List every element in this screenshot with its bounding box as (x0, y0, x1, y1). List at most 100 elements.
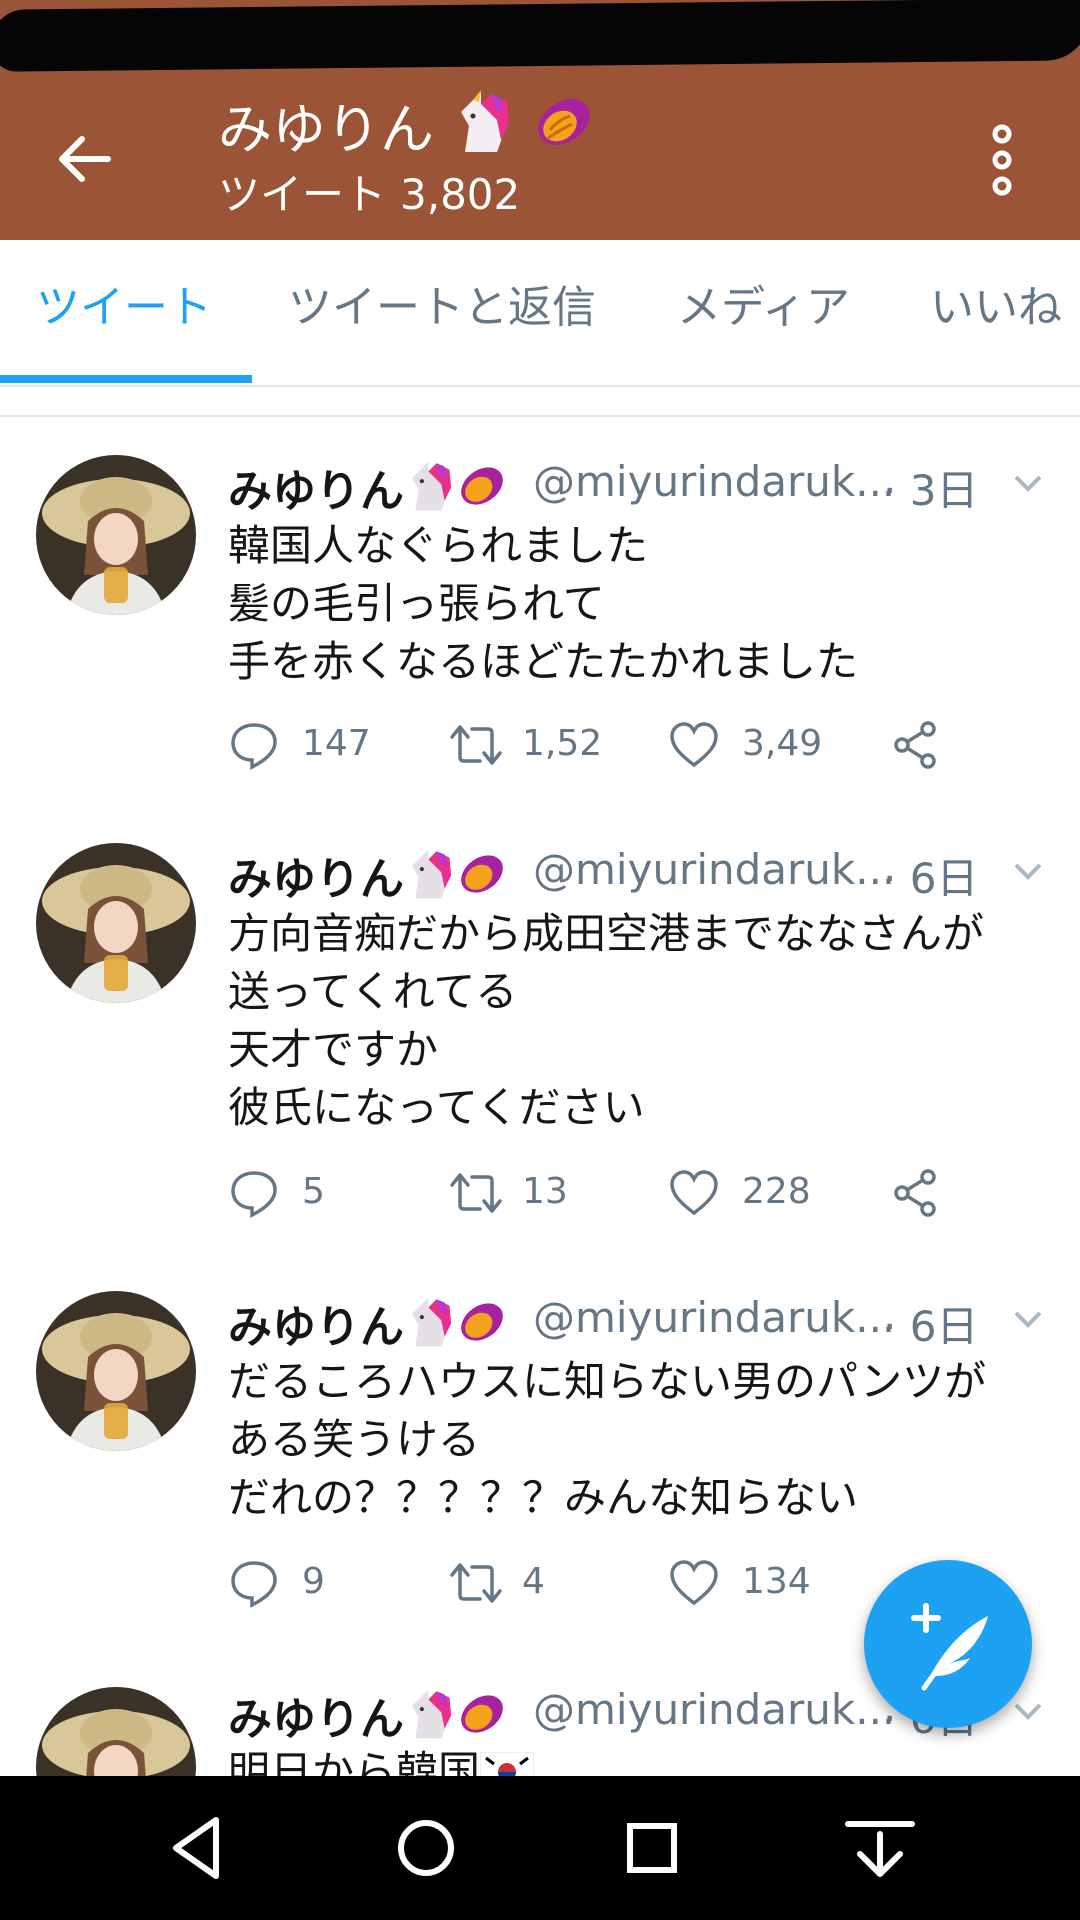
reply-button[interactable]: 5 (228, 1163, 388, 1223)
nav-recents-icon (627, 1823, 677, 1873)
tweet-author-name-text: みゆりん (228, 854, 404, 905)
avatar-image (36, 843, 196, 1003)
reply-icon (231, 1561, 277, 1608)
redacted-status-bar (0, 0, 1080, 72)
like-count: 3,49 (742, 723, 823, 764)
heart-icon (670, 1560, 718, 1606)
reply-count: 9 (302, 1561, 325, 1602)
unicorn-icon (412, 461, 452, 511)
heart-icon (670, 722, 718, 768)
share-button[interactable] (890, 715, 950, 775)
reply-icon (231, 1171, 277, 1218)
nav-notification-pull-button[interactable] (842, 1810, 918, 1886)
tweet-item[interactable]: みゆりん @miyurindaruk... · 3日 韓国人なぐられました 髪の… (0, 417, 1080, 807)
retweet-icon (450, 1173, 502, 1213)
tweet-text-line: だれの？？？？？みんな知らない (228, 1473, 859, 1522)
retweet-button[interactable]: 13 (448, 1163, 628, 1223)
tweet-author-handle[interactable]: @miyurindaruk... (533, 845, 895, 894)
reply-button[interactable]: 9 (228, 1553, 388, 1613)
tweet-text-line: 韓国人なぐられました (228, 521, 649, 570)
tweet-actions: 147 1,52 3,49 (228, 715, 1008, 775)
tab-tweets[interactable]: ツイート (36, 280, 212, 336)
tweet-text: だるころハウスに知らない男のパンツが ある笑うける だれの？？？？？みんな知らな… (228, 1353, 1058, 1527)
avatar-image (36, 1291, 196, 1451)
avatar[interactable] (36, 1687, 196, 1776)
tweet-author-name[interactable]: みゆりん (228, 1291, 508, 1355)
tab-media[interactable]: メディア (677, 280, 850, 336)
tweet-author-name[interactable]: みゆりん (228, 843, 508, 907)
share-icon (894, 721, 936, 769)
avatar-image (36, 455, 196, 615)
divider (0, 387, 1080, 417)
reply-icon (231, 723, 277, 770)
reply-count: 147 (302, 723, 371, 764)
sweet-potato-icon (461, 855, 503, 893)
arrow-left-icon (59, 136, 111, 182)
retweet-count: 13 (522, 1171, 568, 1212)
chevron-down-icon[interactable] (1010, 853, 1046, 889)
tweet-text: 韓国人なぐられました 髪の毛引っ張られて 手を赤くなるほどたたかれました (228, 517, 1058, 691)
tweet-text-line: だるころハウスに知らない男のパンツが (228, 1357, 987, 1406)
tab-tweets-and-replies[interactable]: ツイートと返信 (288, 280, 596, 336)
redaction-scribble (0, 0, 1080, 72)
sweet-potato-icon (461, 1303, 503, 1341)
tweet-text-line: 明日から韓国 (228, 1743, 1058, 1776)
tweet-count-label: ツイート (218, 170, 387, 219)
tweet-author-name-text: みゆりん (228, 466, 404, 517)
like-button[interactable]: 228 (668, 1163, 848, 1223)
tab-likes[interactable]: いいね (930, 280, 1062, 336)
tweet-author-name-text: みゆりん (228, 1302, 404, 1353)
tweet-text-line: 髪の毛引っ張られて (228, 579, 605, 628)
nav-recents-button[interactable] (614, 1810, 690, 1886)
like-button[interactable]: 134 (668, 1553, 848, 1613)
more-options-button[interactable] (980, 120, 1024, 200)
tweet-author-handle[interactable]: @miyurindaruk... (533, 457, 895, 506)
tweet-text-line-text: 明日から韓国 (228, 1747, 481, 1776)
tweet-header: みゆりん @miyurindaruk... · 6日 (228, 1289, 1048, 1353)
tweet-text-line: 天才ですか (228, 1025, 439, 1074)
tweet-text: 明日から韓国 (228, 1743, 1058, 1776)
avatar[interactable] (36, 843, 196, 1003)
nav-home-icon (398, 1820, 454, 1876)
like-button[interactable]: 3,49 (668, 715, 848, 775)
unicorn-icon (412, 1689, 452, 1739)
profile-name: みゆりん (218, 90, 596, 162)
tweet-item[interactable]: みゆりん @miyurindaruk... · 6日 方向音痴だから成田空港まで… (0, 805, 1080, 1255)
heart-icon (670, 1170, 718, 1216)
share-icon (894, 1169, 936, 1217)
tweet-author-handle[interactable]: @miyurindaruk... (533, 1685, 895, 1734)
active-tab-indicator (0, 375, 252, 383)
reply-button[interactable]: 147 (228, 715, 388, 775)
chevron-down-icon[interactable] (1010, 465, 1046, 501)
nav-back-button[interactable] (160, 1810, 236, 1886)
tweet-timestamp[interactable]: · 6日 (883, 1293, 978, 1354)
share-button[interactable] (890, 1163, 950, 1223)
nav-back-icon (173, 1817, 219, 1879)
back-button[interactable] (50, 124, 120, 194)
retweet-icon (450, 1563, 502, 1603)
chevron-down-icon[interactable] (1010, 1301, 1046, 1337)
tweet-author-handle[interactable]: @miyurindaruk... (533, 1293, 895, 1342)
nav-home-button[interactable] (388, 1810, 464, 1886)
compose-tweet-button[interactable] (864, 1560, 1032, 1728)
tweet-timestamp[interactable]: · 6日 (883, 845, 978, 906)
tweet-author-name-text: みゆりん (228, 1694, 404, 1745)
unicorn-icon (412, 849, 452, 899)
tweet-timestamp[interactable]: · 3日 (883, 457, 978, 518)
tweet-author-name[interactable]: みゆりん (228, 455, 508, 519)
retweet-count: 1,52 (522, 723, 603, 764)
tweet-text-line: 送ってくれてる (228, 967, 518, 1016)
profile-name-text: みゆりん (218, 98, 434, 161)
tweet-header: みゆりん @miyurindaruk... · 3日 (228, 453, 1048, 517)
tweet-header: みゆりん @miyurindaruk... · 6日 (228, 841, 1048, 905)
more-vert-icon (992, 124, 1012, 196)
avatar-image (36, 1687, 196, 1776)
retweet-button[interactable]: 1,52 (448, 715, 628, 775)
tweet-text-line: ある笑うける (228, 1415, 481, 1464)
retweet-button[interactable]: 4 (448, 1553, 628, 1613)
avatar[interactable] (36, 1291, 196, 1451)
retweet-icon (450, 725, 502, 765)
tweet-author-name[interactable]: みゆりん (228, 1683, 508, 1747)
avatar[interactable] (36, 455, 196, 615)
tweet-text-line: 手を赤くなるほどたたかれました (228, 637, 859, 686)
